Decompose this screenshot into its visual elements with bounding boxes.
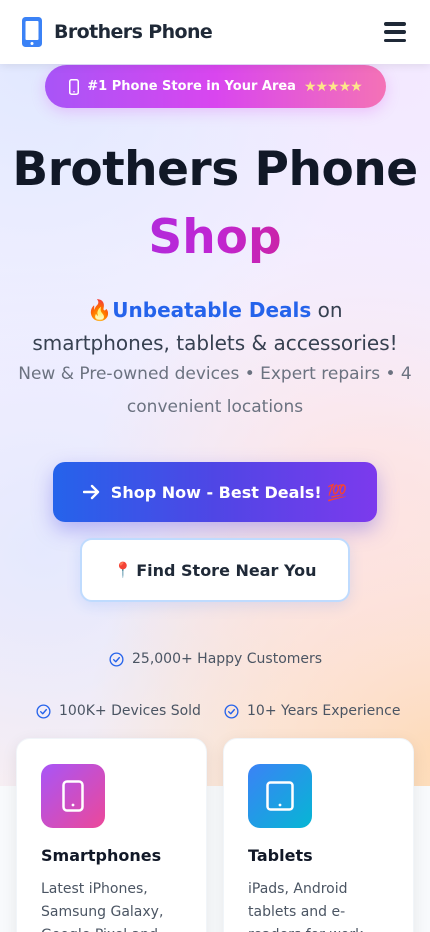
find-store-button[interactable]: 📍 Find Store Near You: [80, 538, 350, 602]
site-header: Brothers Phone: [0, 0, 430, 64]
stat-happy-customers: 25,000+ Happy Customers: [109, 651, 322, 667]
stat-label: 100K+ Devices Sold: [59, 703, 201, 719]
hero-subtitle: New & Pre-owned devices • Expert repairs…: [18, 364, 412, 417]
stat-years-experience: 10+ Years Experience: [224, 703, 400, 719]
shop-now-button[interactable]: Shop Now - Best Deals! 💯: [53, 462, 377, 522]
tablet-icon: [248, 764, 312, 828]
page-title: Brothers Phone: [12, 142, 418, 197]
smartphone-icon: [22, 17, 42, 47]
card-description: iPads, Android tablets and e-readers for…: [248, 881, 363, 932]
check-circle-icon: [224, 703, 239, 719]
badge-text: #1 Phone Store in Your Area: [87, 79, 296, 94]
deal-tagline: 🔥Unbeatable Deals on smartphones, tablet…: [20, 294, 410, 360]
card-description: Latest iPhones, Samsung Galaxy, Google P…: [41, 881, 164, 932]
check-circle-icon: [36, 703, 51, 719]
arrow-right-icon: [82, 484, 99, 500]
fire-icon: 🔥: [87, 298, 113, 322]
smartphone-icon: [41, 764, 105, 828]
card-title: Tablets: [248, 846, 313, 865]
smartphone-icon: [69, 78, 80, 95]
check-circle-icon: [109, 651, 124, 667]
deal-highlight: Unbeatable Deals: [112, 298, 312, 322]
top-store-badge: #1 Phone Store in Your Area ★★★★★: [45, 65, 386, 108]
brand-logo[interactable]: Brothers Phone: [22, 17, 213, 47]
map-pin-icon: 📍: [113, 561, 133, 579]
stat-label: 25,000+ Happy Customers: [132, 651, 323, 667]
stat-label: 10+ Years Experience: [247, 703, 401, 719]
stat-devices-sold: 100K+ Devices Sold: [36, 703, 201, 719]
hamburger-menu-icon[interactable]: [384, 22, 406, 42]
rating-stars: ★★★★★: [303, 78, 363, 95]
category-card-smartphones[interactable]: Smartphones Latest iPhones, Samsung Gala…: [16, 738, 207, 932]
shop-now-label: Shop Now - Best Deals! 💯: [110, 482, 348, 502]
category-card-tablets[interactable]: Tablets iPads, Android tablets and e-rea…: [223, 738, 414, 932]
find-store-label: Find Store Near You: [136, 560, 317, 580]
page-title-highlight: Shop: [0, 210, 430, 265]
card-title: Smartphones: [41, 846, 162, 865]
brand-name: Brothers Phone: [54, 21, 213, 43]
